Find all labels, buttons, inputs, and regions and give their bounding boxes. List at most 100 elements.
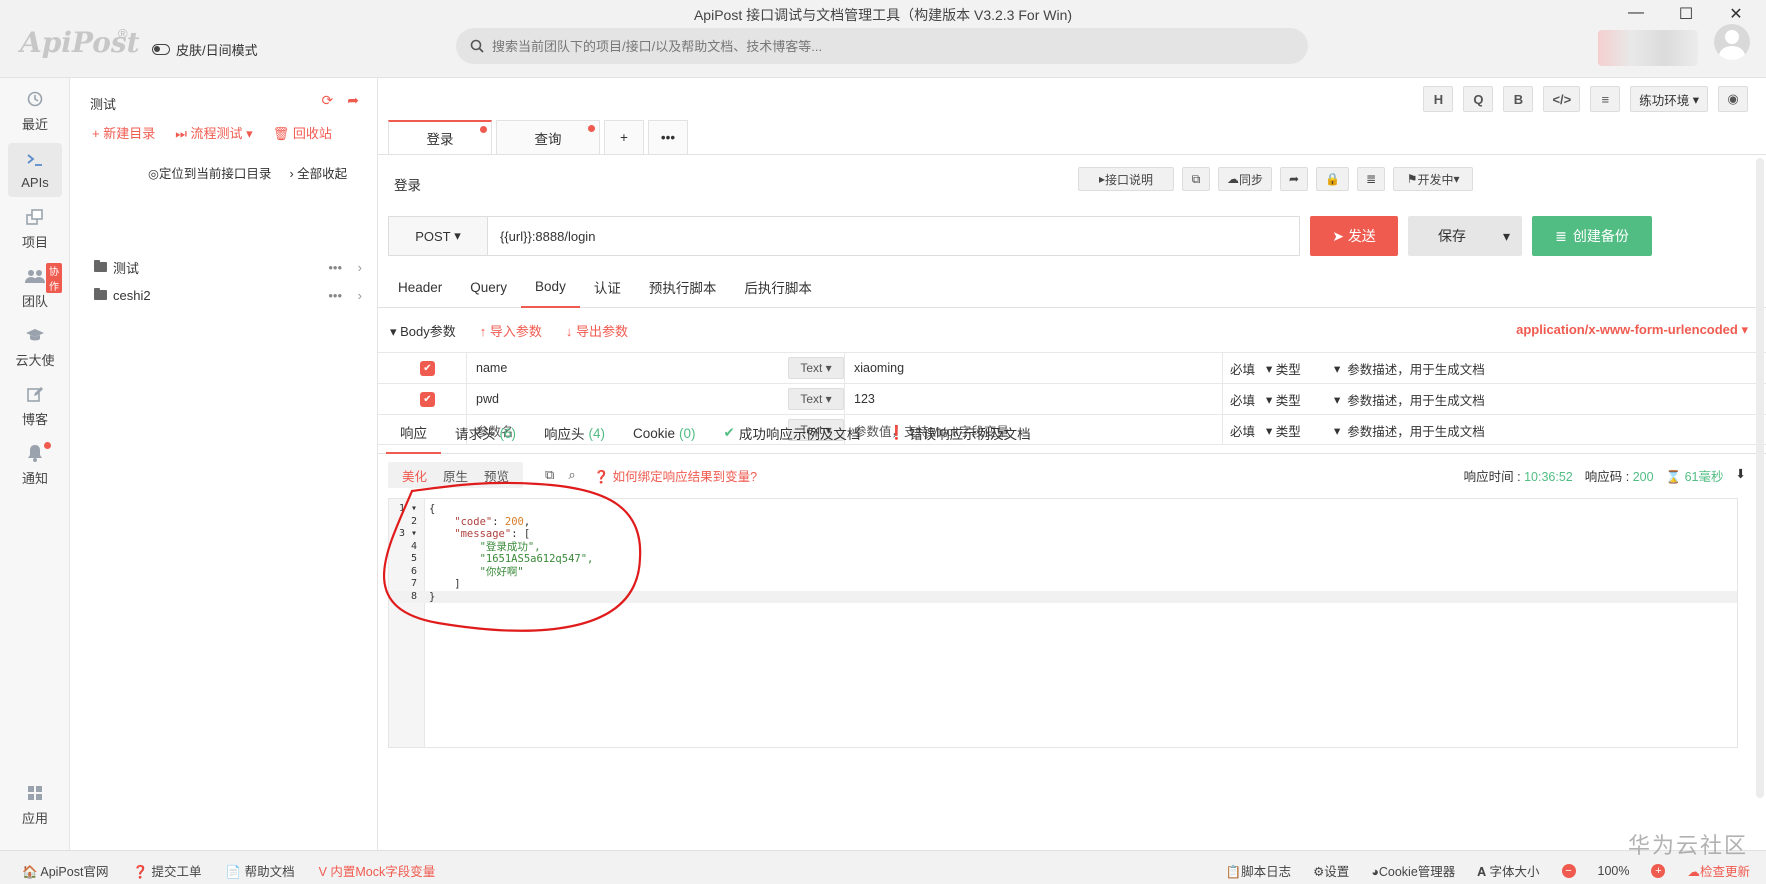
tab-auth[interactable]: 认证 bbox=[580, 266, 635, 308]
desc-input[interactable]: ▾ 参数描述，用于生成文档 bbox=[1334, 353, 1485, 383]
api-doc-button[interactable]: ▸ 接口说明 bbox=[1078, 167, 1174, 191]
refresh-icon[interactable]: ⟳ bbox=[322, 92, 334, 109]
nav-team[interactable]: 团队 协作 bbox=[8, 261, 62, 315]
avatar[interactable] bbox=[1714, 24, 1750, 60]
tab-success-doc[interactable]: ✔ 成功响应示例及文档 bbox=[710, 412, 875, 454]
share-icon[interactable]: ➦ bbox=[347, 92, 359, 109]
row-checkbox[interactable]: ✔ bbox=[420, 360, 435, 376]
environment-select[interactable]: 练功环境 ▾ bbox=[1630, 86, 1708, 112]
check-update-button[interactable]: ☁检查更新 bbox=[1687, 861, 1750, 880]
param-name[interactable]: pwd bbox=[476, 384, 499, 414]
quote-button[interactable]: Q bbox=[1463, 86, 1494, 112]
nav-ambassador[interactable]: 云大使 bbox=[8, 320, 62, 374]
heading-button[interactable]: H bbox=[1423, 86, 1454, 112]
copy-icon[interactable]: ⧉ bbox=[545, 467, 554, 483]
import-params-button[interactable]: ↑ 导入参数 bbox=[480, 321, 542, 340]
maximize-button[interactable]: ☐ bbox=[1678, 4, 1694, 24]
param-value[interactable]: xiaoming bbox=[854, 353, 904, 383]
skin-mode-toggle[interactable]: 皮肤/日间模式 bbox=[152, 40, 258, 59]
share-button[interactable]: ➦ bbox=[1280, 167, 1309, 191]
more-icon[interactable]: ••• bbox=[328, 260, 342, 275]
recycle-button[interactable]: 🗑 回收站 bbox=[273, 123, 332, 142]
settings-sliders-button[interactable]: ≡ bbox=[1590, 86, 1621, 112]
save-button[interactable]: 保存 ▾ bbox=[1408, 216, 1522, 256]
tab-query[interactable]: 查询 bbox=[496, 120, 600, 154]
submit-ticket-link[interactable]: ❓ 提交工单 bbox=[132, 861, 201, 880]
tab-login[interactable]: 登录 bbox=[388, 120, 492, 154]
chevron-down-icon[interactable]: ▾ bbox=[1503, 228, 1510, 245]
mock-vars-link[interactable]: V 内置Mock字段变量 bbox=[319, 861, 436, 880]
nav-notify[interactable]: 通知 bbox=[8, 438, 62, 492]
method-select[interactable]: POST ▾ bbox=[388, 216, 488, 256]
sync-button[interactable]: ☁ 同步 bbox=[1218, 167, 1273, 191]
tree-folder[interactable]: ceshi2 ••• › bbox=[94, 282, 364, 308]
more-tabs-button[interactable]: ••• bbox=[648, 120, 688, 154]
copy-button[interactable]: ⧉ bbox=[1182, 167, 1210, 191]
desc-input[interactable]: ▾ 参数描述，用于生成文档 bbox=[1334, 384, 1485, 414]
send-button[interactable]: ➤ 发送 bbox=[1310, 216, 1398, 256]
chevron-right-icon[interactable]: › bbox=[358, 288, 362, 303]
official-site-link[interactable]: 🏠 ApiPost官网 bbox=[22, 861, 108, 880]
collapse-all-button[interactable]: › 全部收起 bbox=[289, 163, 347, 182]
script-log-button[interactable]: 📋脚本日志 bbox=[1225, 861, 1291, 880]
nav-apps[interactable]: 应用 bbox=[8, 778, 62, 832]
minimize-button[interactable]: — bbox=[1628, 4, 1644, 24]
close-button[interactable]: ✕ bbox=[1728, 4, 1744, 24]
content-type-select[interactable]: application/x-www-form-urlencoded ▾ bbox=[1516, 322, 1748, 338]
tab-header[interactable]: Header bbox=[384, 266, 456, 308]
search-input[interactable] bbox=[492, 38, 1252, 54]
nav-project[interactable]: 项目 bbox=[8, 202, 62, 256]
param-value[interactable]: 123 bbox=[854, 384, 875, 414]
search-icon[interactable]: ⌕ bbox=[568, 467, 575, 483]
zoom-in-button[interactable]: + bbox=[1651, 863, 1666, 878]
tab-resp-headers[interactable]: 响应头 (4) bbox=[530, 412, 619, 454]
nav-blog[interactable]: 博客 bbox=[8, 379, 62, 433]
cookie-manager-button[interactable]: ◕Cookie管理器 bbox=[1371, 861, 1455, 880]
tab-query-params[interactable]: Query bbox=[456, 266, 521, 308]
global-search[interactable] bbox=[456, 28, 1308, 64]
required-label[interactable]: 必填 bbox=[1230, 353, 1255, 383]
tab-cookie[interactable]: Cookie (0) bbox=[619, 412, 710, 454]
tab-req-headers[interactable]: 请求头 (6) bbox=[441, 412, 530, 454]
tab-response[interactable]: 响应 bbox=[386, 412, 441, 454]
code-button[interactable]: </> bbox=[1543, 86, 1581, 112]
param-type-select[interactable]: Text ▾ bbox=[788, 388, 844, 410]
bold-button[interactable]: B bbox=[1503, 86, 1534, 112]
eye-button[interactable]: ◉ bbox=[1718, 86, 1748, 112]
help-doc-link[interactable]: 📄 帮助文档 bbox=[226, 861, 295, 880]
tab-error-doc[interactable]: ❗ 错误响应示例及文档 bbox=[874, 412, 1044, 454]
response-code-viewer[interactable]: 1 ▾{ 2 "code": 200, 3 ▾ "message": [ 4 "… bbox=[388, 498, 1738, 748]
font-size-button[interactable]: 𝐀 字体大小 bbox=[1477, 861, 1539, 880]
new-dir-button[interactable]: + 新建目录 bbox=[92, 123, 155, 142]
status-select[interactable]: ⚑ 开发中 ▾ bbox=[1393, 167, 1474, 191]
body-params-toggle[interactable]: ▾ Body参数 bbox=[390, 321, 456, 340]
tab-post-script[interactable]: 后执行脚本 bbox=[730, 266, 826, 308]
row-checkbox[interactable]: ✔ bbox=[420, 391, 435, 407]
param-name[interactable]: name bbox=[476, 353, 507, 383]
more-icon[interactable]: ••• bbox=[328, 288, 342, 303]
database-button[interactable]: ≣ bbox=[1357, 167, 1386, 191]
nav-recent[interactable]: 最近 bbox=[8, 84, 62, 138]
nav-apis[interactable]: APIs bbox=[8, 143, 62, 197]
export-params-button[interactable]: ↓ 导出参数 bbox=[566, 321, 628, 340]
download-icon[interactable]: ⬇ bbox=[1736, 466, 1746, 485]
user-name-blurred[interactable] bbox=[1598, 30, 1698, 66]
value-type-select[interactable]: ▾ 类型 bbox=[1266, 353, 1301, 383]
chevron-right-icon[interactable]: › bbox=[358, 260, 362, 275]
settings-button[interactable]: ⚙设置 bbox=[1313, 861, 1349, 880]
tree-folder[interactable]: 测试 ••• › bbox=[94, 254, 364, 280]
value-type-select[interactable]: ▾ 类型 bbox=[1266, 384, 1301, 414]
locate-current-button[interactable]: ◎定位到当前接口目录 bbox=[148, 163, 271, 182]
view-preview[interactable]: 预览 bbox=[476, 466, 517, 485]
scrollbar[interactable] bbox=[1756, 158, 1764, 798]
view-pretty[interactable]: 美化 bbox=[394, 466, 435, 485]
tab-body[interactable]: Body bbox=[521, 266, 580, 308]
lock-button[interactable]: 🔒 bbox=[1316, 167, 1350, 191]
required-label[interactable]: 必填 bbox=[1230, 384, 1255, 414]
add-tab-button[interactable]: + bbox=[604, 120, 644, 154]
view-raw[interactable]: 原生 bbox=[435, 466, 476, 485]
url-input[interactable] bbox=[488, 216, 1300, 256]
param-type-select[interactable]: Text ▾ bbox=[788, 357, 844, 379]
flow-test-button[interactable]: ⏭ 流程测试 ▾ bbox=[175, 123, 252, 142]
zoom-out-button[interactable]: − bbox=[1561, 863, 1576, 878]
